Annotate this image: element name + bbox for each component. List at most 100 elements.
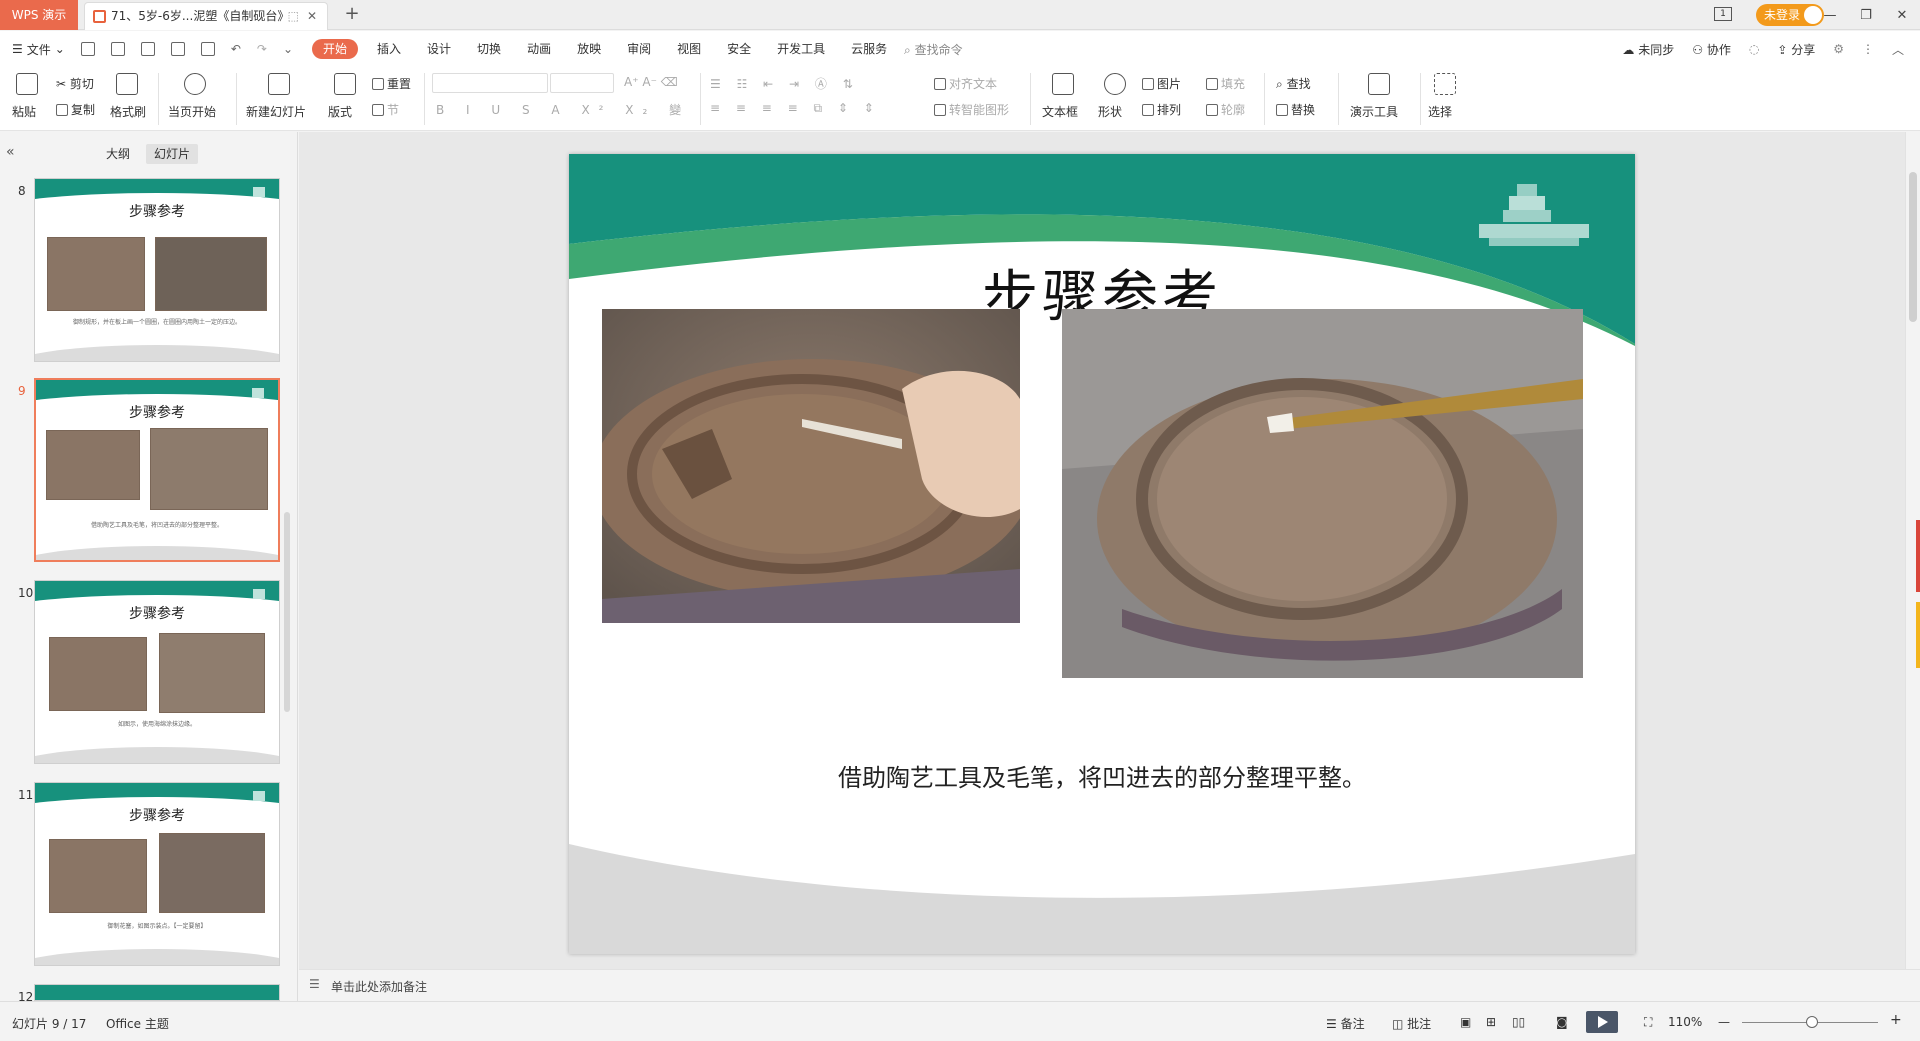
slide-thumbnail-selected[interactable]: 步骤参考 借助陶艺工具及毛笔，将凹进去的部分整理平整。 (34, 378, 280, 562)
slide-sorter-icon[interactable]: ⊞ (1486, 1015, 1496, 1029)
shape-icon[interactable] (1104, 73, 1126, 95)
select-button[interactable]: 选择 (1428, 103, 1452, 120)
app-name-badge[interactable]: WPS 演示 (0, 0, 78, 30)
collab-button[interactable]: ⚇ 协作 (1692, 41, 1731, 58)
format-painter-icon[interactable] (116, 73, 138, 95)
minimize-button[interactable]: — (1812, 8, 1848, 23)
textbox-icon[interactable] (1052, 73, 1074, 95)
collapse-ribbon-icon[interactable]: ︿ (1892, 41, 1904, 58)
slide[interactable]: 步骤参考 借助陶艺工具及毛笔，将凹进去的部分整理平整。 (569, 154, 1635, 954)
tab-slideshow[interactable]: 放映 (564, 31, 614, 67)
fit-window-icon[interactable]: ⛶ (1644, 1015, 1652, 1030)
select-cursor-icon[interactable] (1434, 73, 1456, 95)
font-grow-icon[interactable]: A⁺ A⁻ ⌫ (624, 75, 678, 89)
sync-button[interactable]: ☁ 未同步 (1622, 41, 1674, 58)
copy-button[interactable]: 复制 (56, 101, 95, 118)
scrollbar-thumb[interactable] (1909, 172, 1917, 322)
tab-slides[interactable]: 幻灯片 (146, 144, 199, 164)
font-style-buttons[interactable]: B I U S A X² X₂ 變 (436, 101, 690, 118)
close-window-button[interactable]: ✕ (1884, 8, 1920, 23)
camera-icon[interactable]: ◙ (1556, 1015, 1568, 1029)
comments-button[interactable]: ◫ 批注 (1392, 1015, 1431, 1032)
open-folder-icon[interactable] (80, 42, 95, 56)
side-widget-yellow[interactable] (1916, 602, 1920, 668)
normal-view-icon[interactable]: ▣ (1460, 1015, 1471, 1029)
font-size-combo[interactable] (550, 73, 614, 93)
slide-thumbnail[interactable]: 步骤参考 御制规形，并在板上画一个圆圈，在圆圈内用陶土一定的压边。 (34, 178, 280, 362)
settings-gear-icon[interactable]: ⚙ (1833, 42, 1844, 56)
presenter-tools-button[interactable]: 演示工具 (1350, 103, 1398, 120)
restore-button[interactable]: ❐ (1848, 8, 1884, 23)
tab-security[interactable]: 安全 (714, 31, 764, 67)
new-tab-button[interactable]: + (340, 2, 364, 28)
reading-view-icon[interactable]: ▯▯ (1512, 1015, 1525, 1029)
replace-button[interactable]: 替换 (1276, 101, 1315, 118)
photo-clay-carving-tool[interactable] (602, 309, 1020, 623)
shape-button[interactable]: 形状 (1098, 103, 1122, 120)
theme-name[interactable]: Office 主题 (106, 1015, 169, 1032)
tab-insert[interactable]: 插入 (364, 31, 414, 67)
pin-tab-icon[interactable]: ⬚ (288, 3, 299, 29)
font-name-combo[interactable] (432, 73, 548, 93)
zoom-slider-knob[interactable] (1806, 1016, 1818, 1028)
collapse-panel-icon[interactable]: « (6, 144, 15, 160)
undo-icon[interactable]: ↶ (231, 42, 241, 56)
zoom-in-button[interactable]: + (1890, 1012, 1902, 1028)
customize-chevron-icon[interactable]: ⌄ (283, 42, 293, 56)
tab-design[interactable]: 设计 (414, 31, 464, 67)
layout-icon[interactable] (334, 73, 356, 95)
align-buttons[interactable]: ≡ ≡ ≡ ≡ ⧉ ⇕ ⇕ (710, 101, 880, 116)
list-buttons[interactable]: ☰ ☷ ⇤ ⇥ Ⓐ ⇅ (710, 75, 859, 92)
section-button[interactable]: 节 (372, 101, 399, 118)
new-slide-button[interactable]: 新建幻灯片 (246, 103, 306, 120)
slide-thumbnail[interactable]: 步骤参考 如图示，使用海绵涂抹边缘。 (34, 580, 280, 764)
search-command-box[interactable]: ⌕ 查找命令 (904, 41, 963, 58)
print-preview-icon[interactable] (200, 42, 215, 56)
redo-icon[interactable]: ↷ (257, 42, 267, 56)
align-text-button[interactable]: 对齐文本 (934, 75, 997, 92)
slide-thumbnail[interactable]: 步骤参考 御制花塞，如图示装点。【一定要留】 (34, 782, 280, 966)
arrange-button[interactable]: 排列 (1142, 101, 1181, 118)
notes-bar[interactable]: ☰ 单击此处添加备注 (299, 969, 1920, 1001)
close-tab-icon[interactable]: ✕ (307, 3, 317, 29)
tab-review[interactable]: 审阅 (614, 31, 664, 67)
tab-cloud[interactable]: 云服务 (838, 31, 900, 67)
share-button[interactable]: ⇪ 分享 (1777, 41, 1815, 58)
tab-animation[interactable]: 动画 (514, 31, 564, 67)
picture-button[interactable]: 图片 (1142, 75, 1181, 92)
comment-bubble-icon[interactable]: ◌ (1749, 42, 1759, 56)
zoom-out-button[interactable]: — (1718, 1015, 1730, 1029)
tab-transitions[interactable]: 切换 (464, 31, 514, 67)
photo-clay-brush[interactable] (1062, 309, 1583, 678)
paste-button[interactable]: 粘贴 (12, 103, 36, 120)
reset-button[interactable]: 重置 (372, 75, 411, 92)
document-tab[interactable]: 71、5岁-6岁...泥塑《自制砚台》 ⬚ ✕ (84, 2, 328, 30)
fill-button[interactable]: 填充 (1206, 75, 1245, 92)
layout-button[interactable]: 版式 (328, 103, 352, 120)
export-pdf-icon[interactable] (140, 42, 155, 56)
format-painter-button[interactable]: 格式刷 (110, 103, 146, 120)
tab-outline[interactable]: 大纲 (98, 144, 138, 164)
find-button[interactable]: ⌕ 查找 (1276, 75, 1311, 92)
tab-home[interactable]: 开始 (312, 39, 359, 59)
textbox-button[interactable]: 文本框 (1042, 103, 1078, 120)
vertical-scrollbar[interactable] (1905, 132, 1920, 969)
play-slideshow-button[interactable] (1586, 1011, 1618, 1033)
window-layout-icon[interactable]: 1 (1714, 7, 1732, 21)
tab-view[interactable]: 视图 (664, 31, 714, 67)
smartart-button[interactable]: 转智能图形 (934, 101, 1009, 118)
file-menu[interactable]: ☰ 文件 ⌄ (12, 41, 65, 58)
paste-icon[interactable] (16, 73, 38, 95)
panel-scrollbar[interactable] (284, 512, 290, 712)
new-slide-icon[interactable] (268, 73, 290, 95)
play-from-current-button[interactable]: 当页开始 (168, 103, 216, 120)
tab-developer[interactable]: 开发工具 (764, 31, 838, 67)
save-icon[interactable] (110, 42, 125, 56)
presenter-tools-icon[interactable] (1368, 73, 1390, 95)
slide-caption[interactable]: 借助陶艺工具及毛笔，将凹进去的部分整理平整。 (569, 758, 1635, 793)
notes-placeholder[interactable]: 单击此处添加备注 (331, 978, 427, 995)
side-widget-red[interactable] (1916, 520, 1920, 592)
play-circle-icon[interactable] (184, 73, 206, 95)
cut-button[interactable]: ✂ 剪切 (56, 75, 94, 92)
print-icon[interactable] (170, 42, 185, 56)
